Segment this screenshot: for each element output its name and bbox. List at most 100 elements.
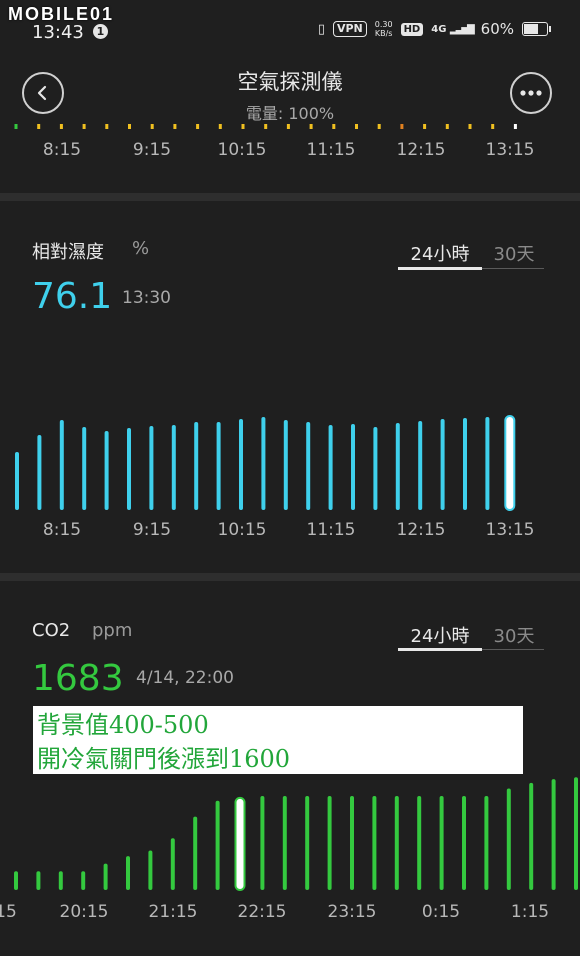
- chart-bar[interactable]: [127, 428, 131, 510]
- chart-bar[interactable]: [551, 779, 556, 890]
- clock: 13:43: [32, 22, 84, 43]
- chart-bar[interactable]: [58, 871, 63, 890]
- chart-bar[interactable]: [417, 796, 422, 890]
- chart-bar[interactable]: [372, 796, 377, 890]
- chart-bar[interactable]: [283, 420, 288, 510]
- axis-tick: 10:15: [217, 520, 267, 540]
- axis-tick: 11:15: [306, 520, 356, 540]
- chart-bar: [241, 124, 245, 129]
- page-title: 空氣探測儀: [237, 70, 343, 94]
- chart-bar: [355, 124, 358, 129]
- axis-tick: 1:15: [510, 902, 550, 922]
- chart-bar[interactable]: [463, 418, 467, 510]
- chart-bar: [218, 124, 222, 129]
- chart-bar[interactable]: [529, 782, 534, 890]
- battery-level-text: 電量: 100%: [245, 104, 335, 123]
- chart-bar[interactable]: [216, 422, 221, 510]
- axis-tick: 20:15: [59, 902, 109, 922]
- chart-bar[interactable]: [327, 796, 332, 890]
- chart-bar: [309, 124, 313, 129]
- axis-tick: 15: [0, 902, 17, 922]
- chart-bar[interactable]: [149, 426, 154, 510]
- chart-bar[interactable]: [462, 796, 466, 890]
- chart-bar[interactable]: [373, 427, 378, 510]
- chart-bar[interactable]: [194, 422, 199, 510]
- axis-tick: 0:15: [421, 902, 461, 922]
- tab-30d-humidity[interactable]: 30天: [484, 240, 544, 266]
- chart-bar[interactable]: [59, 420, 64, 510]
- chart-bar[interactable]: [15, 452, 19, 510]
- section-divider: [0, 573, 580, 581]
- speed-value: 0.30: [374, 20, 393, 29]
- tab-30d-co2[interactable]: 30天: [484, 622, 544, 648]
- chart-bar[interactable]: [439, 796, 444, 890]
- tab-24h-co2[interactable]: 24小時: [398, 622, 482, 648]
- annotation-note: 背景值400-500 開冷氣關門後漲到1600: [33, 706, 523, 774]
- chart-bar: [59, 124, 63, 129]
- co2-value: 1683: [32, 658, 124, 699]
- chart-bar[interactable]: [170, 838, 175, 890]
- chart-bar[interactable]: [261, 417, 266, 510]
- chart-bar[interactable]: [82, 427, 87, 510]
- signal-icon: 4G ▂▃▅▇: [431, 23, 474, 35]
- chart-bar[interactable]: [328, 425, 333, 510]
- tab-underline: [482, 649, 544, 650]
- note-line-1: 背景值400-500: [37, 711, 209, 739]
- axis-tick: 22:15: [237, 902, 287, 922]
- tab-active-underline: [398, 648, 482, 651]
- co2-timestamp: 4/14, 22:00: [136, 668, 234, 688]
- chart-bar[interactable]: [104, 431, 109, 510]
- tab-24h-humidity[interactable]: 24小時: [398, 240, 482, 266]
- vibrate-icon: ▯: [317, 21, 325, 37]
- chart-bar: [400, 124, 404, 129]
- chart-bar[interactable]: [215, 800, 220, 890]
- chart-bar: [423, 124, 427, 129]
- chart-bar[interactable]: [351, 424, 355, 510]
- axis-tick: 13:15: [485, 140, 535, 160]
- chart-bar[interactable]: [395, 423, 400, 510]
- chart-bar[interactable]: [14, 871, 18, 890]
- chart-bar[interactable]: [193, 816, 198, 890]
- chart-bar[interactable]: [306, 422, 311, 510]
- top-chart-bars: [14, 124, 517, 129]
- chart-bar[interactable]: [103, 863, 108, 890]
- chart-bar[interactable]: [485, 417, 490, 510]
- chart-bar[interactable]: [305, 796, 310, 890]
- co2-title: CO2: [32, 620, 71, 641]
- chart-bar[interactable]: [81, 871, 86, 890]
- chart-bar: [37, 124, 41, 129]
- chart-bar[interactable]: [36, 871, 41, 890]
- selected-bar[interactable]: [234, 796, 246, 892]
- more-button[interactable]: [510, 72, 552, 114]
- chart-bar[interactable]: [394, 796, 399, 890]
- humidity-timestamp: 13:30: [122, 288, 171, 308]
- chart-bar[interactable]: [37, 435, 42, 510]
- axis-tick: 9:15: [132, 140, 172, 160]
- more-dots-icon: [520, 90, 542, 96]
- section-divider: [0, 193, 580, 201]
- chart-bar[interactable]: [126, 856, 130, 890]
- selected-bar[interactable]: [504, 415, 516, 511]
- chart-bar[interactable]: [350, 796, 354, 890]
- humidity-value: 76.1: [32, 276, 113, 317]
- note-line-2: 開冷氣關門後漲到1600: [37, 745, 291, 773]
- chart-bar[interactable]: [239, 419, 243, 510]
- vpn-icon: VPN: [332, 21, 367, 37]
- axis-tick: 8:15: [42, 140, 82, 160]
- chart-bar: [264, 124, 268, 129]
- chart-bar[interactable]: [440, 419, 445, 510]
- chart-bar[interactable]: [260, 796, 265, 890]
- notification-badge: 1: [93, 24, 108, 39]
- chart-bar[interactable]: [282, 796, 287, 890]
- chart-bar: [14, 124, 18, 129]
- chart-bar[interactable]: [418, 421, 423, 510]
- chart-bar[interactable]: [484, 796, 489, 890]
- chart-bar[interactable]: [148, 850, 153, 890]
- chart-bar[interactable]: [574, 777, 578, 890]
- chart-bar[interactable]: [506, 788, 511, 890]
- axis-tick: 8:15: [42, 520, 82, 540]
- axis-tick: 9:15: [132, 520, 172, 540]
- chart-bar: [491, 124, 495, 129]
- chart-bar[interactable]: [171, 425, 176, 510]
- axis-tick: 13:15: [485, 520, 535, 540]
